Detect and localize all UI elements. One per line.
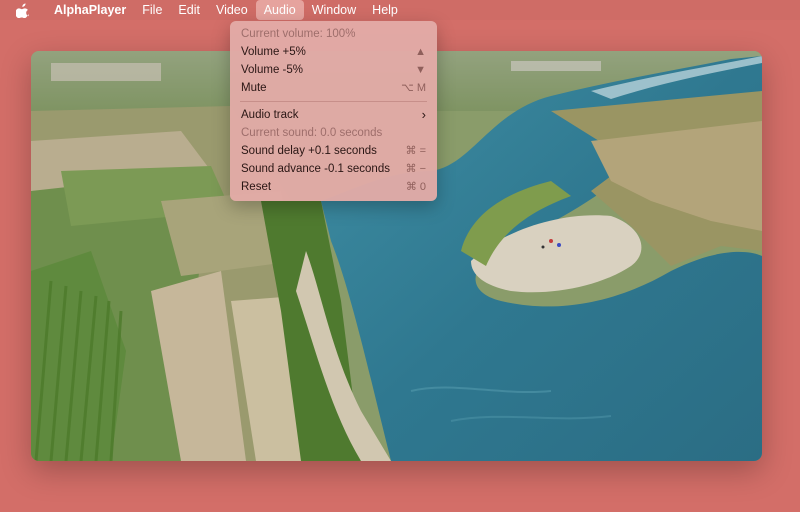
volume-down-label: Volume -5% bbox=[241, 64, 304, 76]
reset-label: Reset bbox=[241, 181, 272, 193]
volume-up-item[interactable]: Volume +5% ▲ bbox=[230, 43, 437, 61]
menu-file[interactable]: File bbox=[134, 0, 170, 20]
reset-item[interactable]: Reset ⌘ 0 bbox=[230, 178, 437, 196]
menu-separator bbox=[240, 101, 427, 102]
sound-advance-item[interactable]: Sound advance -0.1 seconds ⌘ − bbox=[230, 160, 437, 178]
menu-audio[interactable]: Audio bbox=[255, 0, 304, 20]
current-volume-text: Current volume: 100% bbox=[241, 28, 356, 40]
menu-video[interactable]: Video bbox=[208, 0, 256, 20]
current-volume-label: Current volume: 100% bbox=[230, 25, 437, 43]
menu-window[interactable]: Window bbox=[304, 0, 364, 20]
mute-label: Mute bbox=[241, 82, 267, 94]
current-sound-label: Current sound: 0.0 seconds bbox=[230, 124, 437, 142]
apple-logo-icon[interactable] bbox=[16, 3, 30, 18]
sound-delay-label: Sound delay +0.1 seconds bbox=[241, 145, 377, 157]
volume-down-item[interactable]: Volume -5% ▼ bbox=[230, 61, 437, 79]
menu-app-name[interactable]: AlphaPlayer bbox=[46, 0, 134, 20]
reset-shortcut: ⌘ 0 bbox=[405, 181, 426, 193]
mute-item[interactable]: Mute ⌥ M bbox=[230, 79, 437, 97]
current-sound-text: Current sound: 0.0 seconds bbox=[241, 127, 383, 139]
audio-track-label: Audio track bbox=[241, 109, 299, 121]
mute-shortcut: ⌥ M bbox=[401, 82, 426, 94]
sound-delay-shortcut: ⌘ = bbox=[405, 145, 426, 157]
sound-advance-shortcut: ⌘ − bbox=[405, 163, 426, 175]
menu-edit[interactable]: Edit bbox=[170, 0, 208, 20]
arrow-down-shortcut-icon: ▼ bbox=[415, 64, 426, 76]
menu-bar: AlphaPlayer File Edit Video Audio Window… bbox=[0, 0, 800, 20]
menu-help[interactable]: Help bbox=[364, 0, 406, 20]
audio-menu-dropdown: Current volume: 100% Volume +5% ▲ Volume… bbox=[230, 21, 437, 201]
sound-delay-item[interactable]: Sound delay +0.1 seconds ⌘ = bbox=[230, 142, 437, 160]
audio-track-item[interactable]: Audio track › bbox=[230, 106, 437, 124]
arrow-up-shortcut-icon: ▲ bbox=[415, 46, 426, 58]
volume-up-label: Volume +5% bbox=[241, 46, 306, 58]
sound-advance-label: Sound advance -0.1 seconds bbox=[241, 163, 390, 175]
chevron-right-icon: › bbox=[421, 107, 426, 122]
